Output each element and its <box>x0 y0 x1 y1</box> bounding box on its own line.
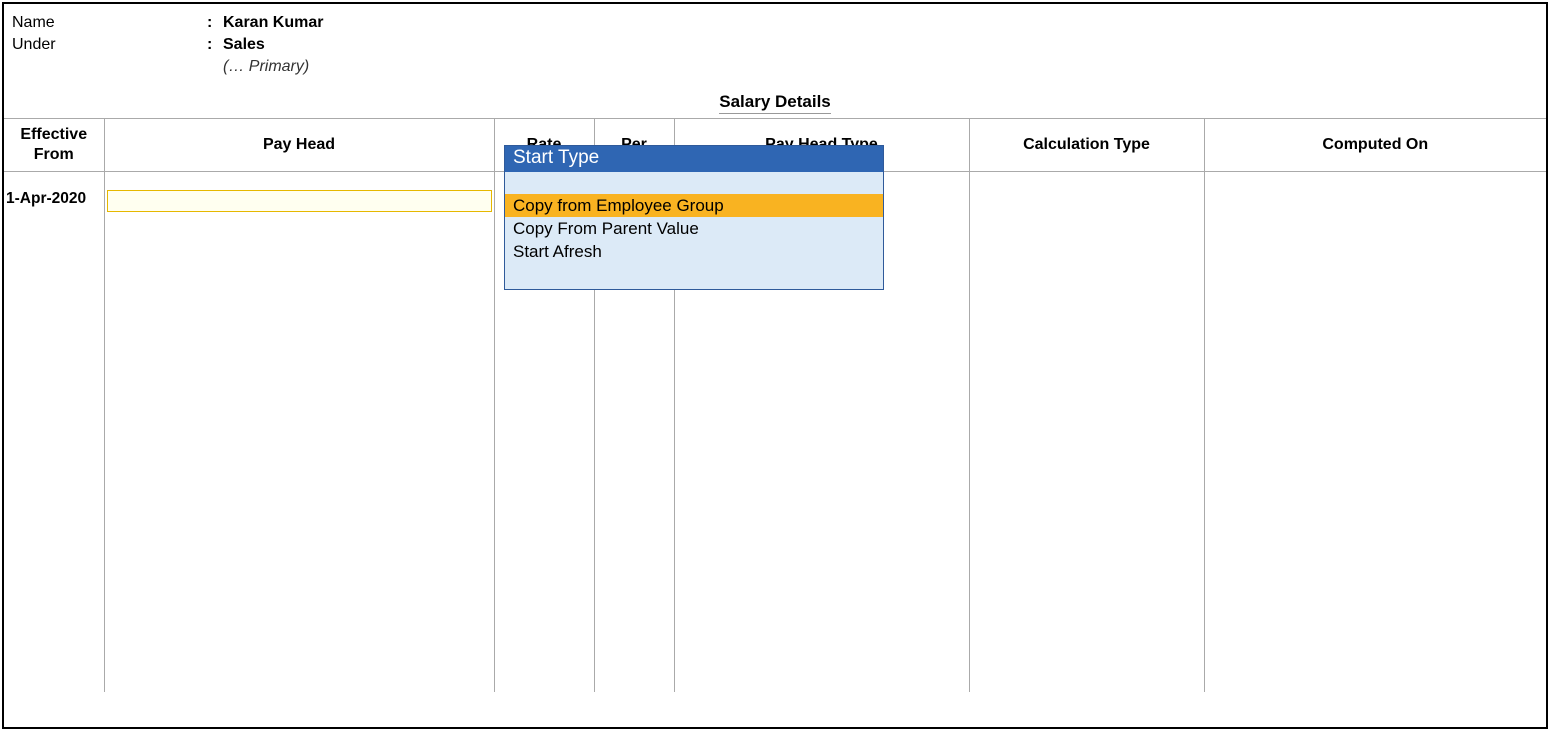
name-value[interactable]: Karan Kumar <box>223 12 323 34</box>
popup-item-copy-from-parent-value[interactable]: Copy From Parent Value <box>505 217 883 240</box>
under-value[interactable]: Sales <box>223 34 265 56</box>
col-header-computed-on: Computed On <box>1204 119 1546 172</box>
header-section: Name : Karan Kumar Under : Sales (… Prim… <box>4 4 1546 82</box>
popup-gap <box>505 172 883 194</box>
pay-head-input[interactable] <box>107 190 492 212</box>
grid-wrap: Effective From Pay Head Rate Per Pay Hea… <box>4 118 1546 692</box>
field-name-row: Name : Karan Kumar <box>12 12 1538 34</box>
computed-on-cell[interactable] <box>1204 172 1546 692</box>
pay-head-cell <box>105 172 494 212</box>
section-title-text: Salary Details <box>719 92 831 114</box>
popup-item-start-afresh[interactable]: Start Afresh <box>505 240 883 263</box>
start-type-popup: Start Type Copy from Employee Group Copy… <box>504 145 884 290</box>
screen-container: Name : Karan Kumar Under : Sales (… Prim… <box>2 2 1548 729</box>
col-header-pay-head: Pay Head <box>104 119 494 172</box>
popup-bottom-gap <box>505 263 883 289</box>
popup-item-copy-from-employee-group[interactable]: Copy from Employee Group <box>505 194 883 217</box>
col-header-effective-from: Effective From <box>4 119 104 172</box>
col-header-calculation-type: Calculation Type <box>969 119 1204 172</box>
popup-title: Start Type <box>505 146 883 172</box>
under-label: Under <box>12 34 207 56</box>
under-hierarchy: (… Primary) <box>223 56 1538 78</box>
colon: : <box>207 34 223 56</box>
calculation-type-cell[interactable] <box>969 172 1204 692</box>
colon: : <box>207 12 223 34</box>
section-title: Salary Details <box>4 82 1546 118</box>
name-label: Name <box>12 12 207 34</box>
field-under-row: Under : Sales <box>12 34 1538 56</box>
effective-from-value[interactable]: 1-Apr-2020 <box>4 172 104 208</box>
